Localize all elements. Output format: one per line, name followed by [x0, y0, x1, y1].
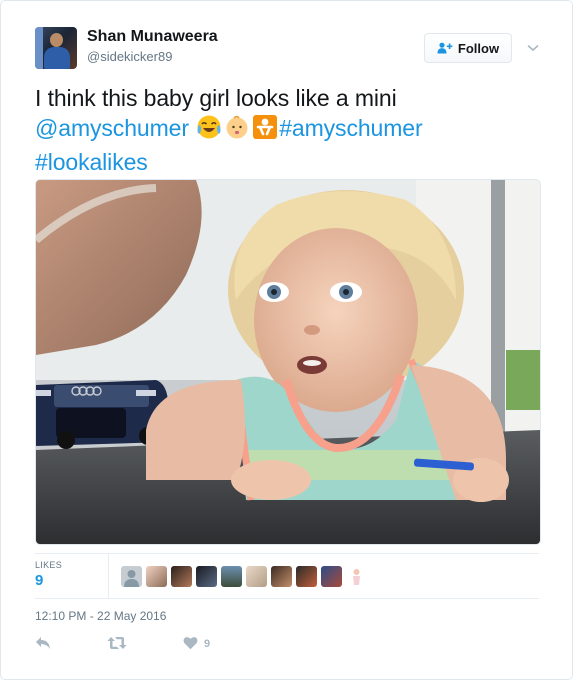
author-handle[interactable]: @sidekicker89 [87, 49, 172, 64]
tweet-stats: LIKES 9 [35, 553, 539, 599]
liker-avatar[interactable] [146, 566, 167, 587]
retweet-button[interactable] [107, 634, 127, 654]
hashtag-link-amyschumer[interactable]: #amyschumer [279, 115, 422, 141]
liker-avatar[interactable] [121, 566, 142, 587]
tweet-text-plain: I think this baby girl looks like a mini [35, 85, 397, 111]
liker-avatar[interactable] [246, 566, 267, 587]
author-name[interactable]: Shan Munaweera [87, 28, 218, 46]
stats-divider [108, 554, 109, 598]
tweet-actions: 9 [35, 634, 335, 654]
mention-link[interactable]: @amyschumer [35, 115, 189, 141]
likers-avatars [121, 566, 367, 587]
liker-avatar[interactable] [171, 566, 192, 587]
like-button[interactable]: 9 [183, 634, 210, 654]
follow-button[interactable]: Follow [424, 33, 512, 63]
liker-avatar[interactable] [271, 566, 292, 587]
liker-avatar[interactable] [296, 566, 317, 587]
likes-label: LIKES [35, 560, 63, 570]
chevron-down-icon[interactable] [527, 41, 539, 53]
likes-count[interactable]: 9 [35, 572, 43, 589]
hashtag-link-lookalikes[interactable]: #lookalikes [35, 149, 148, 175]
author-avatar[interactable] [35, 27, 77, 69]
tweet-photo[interactable] [35, 179, 541, 545]
heart-icon [183, 636, 198, 653]
baby-icon [224, 114, 250, 147]
tweet-timestamp[interactable]: 12:10 PM - 22 May 2016 [35, 609, 166, 623]
liker-avatar[interactable] [221, 566, 242, 587]
follow-label: Follow [457, 40, 500, 56]
retweet-icon [107, 636, 127, 653]
tweet-card: Shan Munaweera @sidekicker89 Follow I th… [0, 0, 573, 680]
tweet-text: I think this baby girl looks like a mini… [35, 83, 540, 177]
add-person-icon [437, 42, 453, 54]
reply-button[interactable] [35, 634, 51, 654]
like-count: 9 [204, 638, 211, 650]
face-with-tears-of-joy-icon [196, 114, 222, 147]
liker-avatar[interactable] [196, 566, 217, 587]
baby-symbol-icon [252, 114, 278, 147]
reply-icon [35, 636, 51, 653]
liker-avatar[interactable] [321, 566, 342, 587]
liker-avatar[interactable] [346, 566, 367, 587]
